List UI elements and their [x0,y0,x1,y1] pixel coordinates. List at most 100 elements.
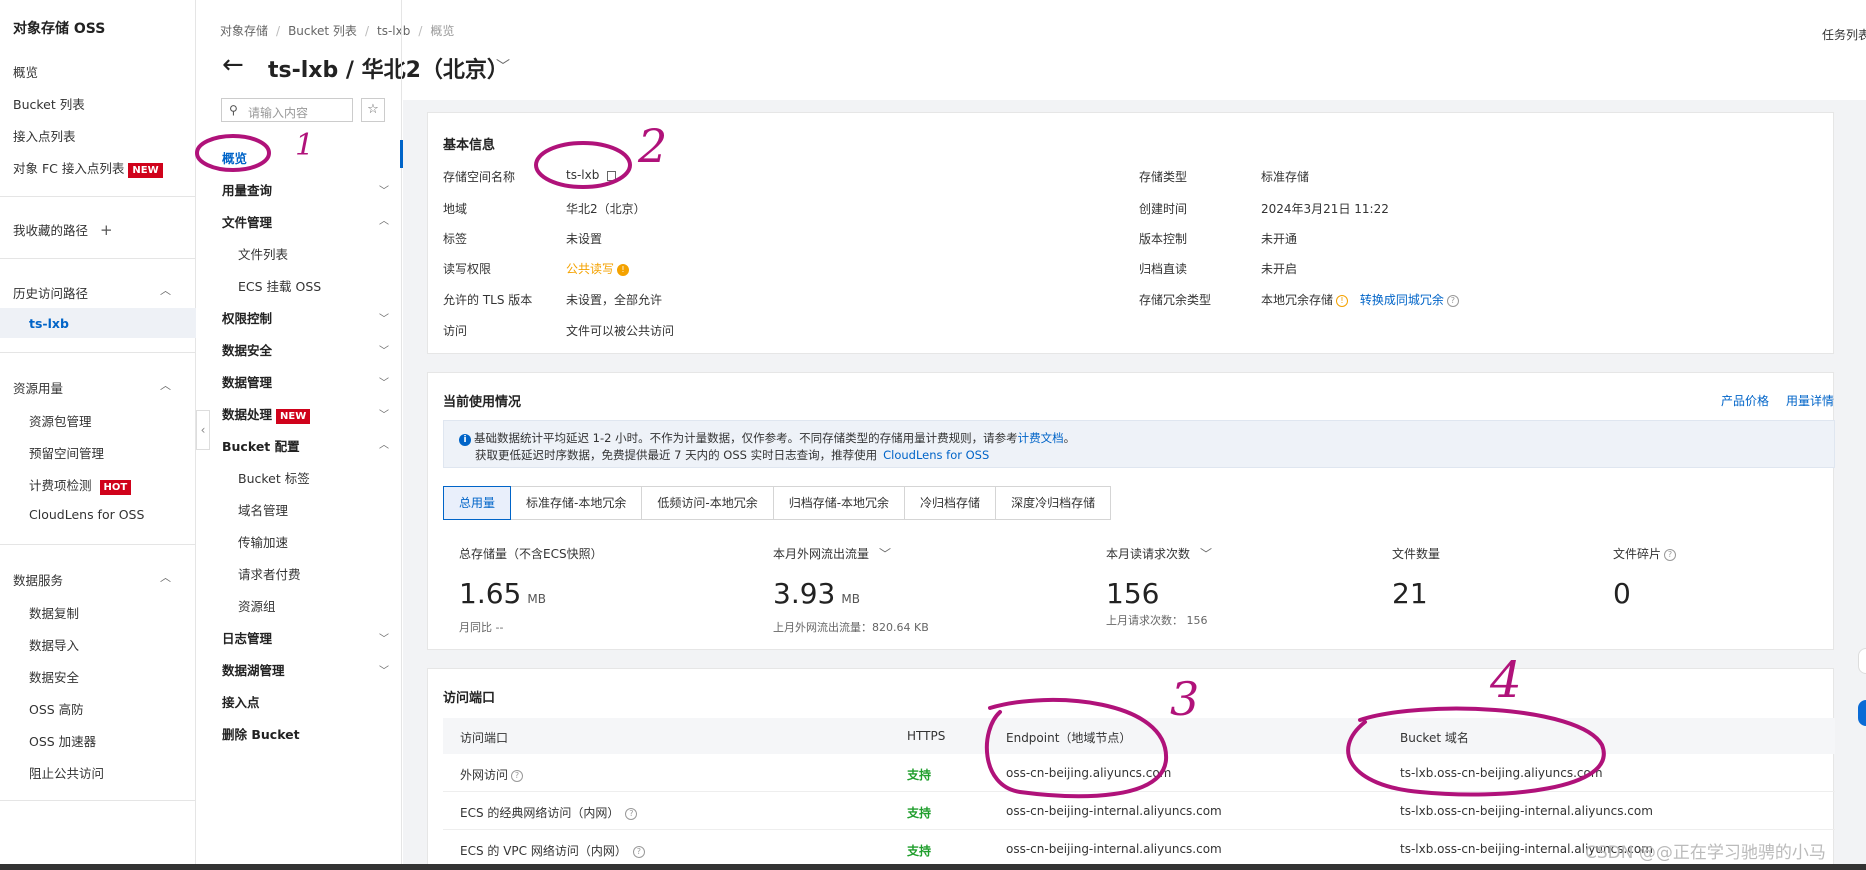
billing-doc-link[interactable]: 计费文档 [1018,431,1064,445]
sidebar-item-overview[interactable]: 概览 [13,62,38,81]
tab-ia-lrs[interactable]: 低频访问-本地冗余 [642,487,774,519]
subnav-search-input[interactable]: ⚲ 请输入内容 [221,98,353,122]
sidebar-item-reserved-space[interactable]: 预留空间管理 [29,443,104,462]
sidebar-favorites[interactable]: 我收藏的路径 + [13,220,113,239]
subnav-item-file-list[interactable]: 文件列表 [238,244,288,263]
tab-deep-cold-archive[interactable]: 深度冷归档存储 [996,487,1110,519]
stat-label-total-storage: 总存储量（不含ECS快照） [459,547,603,561]
info-label-created: 创建时间 [1139,202,1188,216]
help-icon[interactable]: ? [632,845,645,858]
chevron-up-icon[interactable]: ︿ [160,569,171,585]
sidebar-group-resources[interactable]: 资源用量 [13,378,63,397]
sidebar-item-resource-packages[interactable]: 资源包管理 [29,411,92,430]
sidebar-item-fc-access-points[interactable]: 对象 FC 接入点列表 NEW [13,158,163,178]
chevron-down-icon[interactable]: ﹀ [379,374,389,389]
subnav-item-file-mgmt[interactable]: 文件管理 [222,212,272,231]
info-label-redundancy: 存储冗余类型 [1139,293,1212,307]
chevron-up-icon[interactable]: ︿ [160,282,171,298]
subnav-item-data-security[interactable]: 数据安全 [222,340,272,359]
chevron-up-icon[interactable]: ︿ [379,212,389,227]
subnav-item-resource-group[interactable]: 资源组 [238,596,276,615]
sidebar-item-block-public-access[interactable]: 阻止公共访问 [29,763,104,782]
subnav-item-data-mgmt[interactable]: 数据管理 [222,372,272,391]
table-row: ECS 的经典网络访问（内网）? 支持 oss-cn-beijing-inter… [443,792,1835,830]
sidebar-item-cloudlens[interactable]: CloudLens for OSS [29,507,144,522]
info-value-storage-class: 标准存储 [1261,170,1310,184]
info-label-archive-read: 归档直读 [1139,262,1188,276]
info-value-versioning: 未开通 [1261,232,1298,246]
subnav-item-datalake[interactable]: 数据湖管理 [222,660,285,679]
usage-details-link[interactable]: 用量详情 [1786,392,1834,409]
chevron-down-icon[interactable]: ﹀ [379,406,389,421]
subnav-item-transfer-accel[interactable]: 传输加速 [238,532,288,551]
floating-side-button[interactable] [1858,648,1866,674]
help-icon[interactable]: ? [1664,548,1677,561]
stat-label-text: 本月读请求次数 [1106,547,1191,561]
sidebar-item-history-ts-lxb[interactable]: ts-lxb [29,316,69,331]
column-header: HTTPS [907,729,946,743]
info-icon[interactable]: ! [1336,294,1349,307]
subnav-item-log-mgmt[interactable]: 日志管理 [222,628,272,647]
chevron-down-icon[interactable]: ﹀ [379,630,389,645]
subnav-item-overview[interactable]: 概览 [222,148,247,167]
subnav-item-data-processing[interactable]: 数据处理 NEW [222,404,311,424]
tab-standard-lrs[interactable]: 标准存储-本地冗余 [511,487,643,519]
chevron-down-icon[interactable]: ﹀ [379,662,389,677]
floating-help-button[interactable] [1858,700,1866,726]
copy-icon[interactable] [607,170,617,181]
chevron-up-icon[interactable]: ︿ [160,377,171,393]
stat-value: 1.65 [459,577,522,610]
help-icon[interactable]: ? [1446,294,1459,307]
task-list-link[interactable]: 任务列表 [1822,26,1866,43]
notice-text: 获取更低延迟时序数据，免费提供最近 7 天内的 OSS 实时日志查询，推荐使用 [475,448,878,462]
chevron-down-icon[interactable]: ﹀ [379,342,389,357]
subnav-item-delete-bucket[interactable]: 删除 Bucket [222,724,300,743]
chevron-down-icon[interactable]: ﹀ [496,56,510,76]
sidebar-item-access-points[interactable]: 接入点列表 [13,126,76,145]
sidebar-item-billing-check[interactable]: 计费项检测 HOT [29,475,132,495]
sidebar-group-data-services[interactable]: 数据服务 [13,570,63,589]
warning-icon[interactable]: ! [617,263,630,276]
row-bucket-domain: ts-lxb.oss-cn-beijing-internal.aliyuncs.… [1400,804,1653,818]
favorite-star-button[interactable]: ☆ [361,98,385,122]
chevron-down-icon[interactable]: ﹀ [879,547,891,561]
subnav-item-permissions[interactable]: 权限控制 [222,308,272,327]
chevron-down-icon[interactable]: ﹀ [1200,547,1212,561]
stat-label-read-requests[interactable]: 本月读请求次数 ﹀ [1106,545,1212,562]
port-label: ECS 的经典网络访问（内网） [460,806,620,820]
chevron-down-icon[interactable]: ﹀ [379,310,389,325]
tab-archive-lrs[interactable]: 归档存储-本地冗余 [774,487,906,519]
help-icon[interactable]: ? [511,769,524,782]
help-icon[interactable]: ? [625,807,638,820]
sidebar-item-data-replication[interactable]: 数据复制 [29,603,79,622]
stat-label-outbound-traffic[interactable]: 本月外网流出流量 ﹀ [773,545,891,562]
sidebar-item-data-security[interactable]: 数据安全 [29,667,79,686]
info-value-tags: 未设置 [566,232,603,246]
info-value-created: 2024年3月21日 11:22 [1261,202,1389,216]
sidebar-item-oss-accelerator[interactable]: OSS 加速器 [29,731,96,750]
subnav-item-domains[interactable]: 域名管理 [238,500,288,519]
sidebar-group-history[interactable]: 历史访问路径 [13,283,88,302]
subnav-item-access-point[interactable]: 接入点 [222,692,260,711]
convert-redundancy-link[interactable]: 转换成同城冗余 [1360,293,1444,307]
basic-info-title: 基本信息 [443,138,496,153]
chevron-up-icon[interactable]: ︿ [379,436,389,451]
subnav-item-requester-pays[interactable]: 请求者付费 [238,564,301,583]
cloudlens-link[interactable]: CloudLens for OSS [883,448,989,462]
sidebar-item-bucket-list[interactable]: Bucket 列表 [13,94,85,113]
row-endpoint: oss-cn-beijing-internal.aliyuncs.com [1006,804,1222,818]
subnav-item-bucket-config[interactable]: Bucket 配置 [222,436,300,455]
bucket-name-text: ts-lxb [566,168,600,182]
chevron-down-icon[interactable]: ﹀ [379,182,389,197]
tab-total[interactable]: 总用量 [443,486,512,520]
sidebar-item-data-import[interactable]: 数据导入 [29,635,79,654]
subnav-item-ecs-mount[interactable]: ECS 挂载 OSS [238,276,321,295]
sidebar-item-oss-anti-ddos[interactable]: OSS 高防 [29,699,84,718]
subnav-item-bucket-tags[interactable]: Bucket 标签 [238,468,310,487]
add-icon[interactable]: + [100,221,113,239]
stat-fragments: 0 [1613,577,1631,610]
product-pricing-link[interactable]: 产品价格 [1721,392,1769,409]
subnav-item-usage[interactable]: 用量查询 [222,180,272,199]
tab-cold-archive[interactable]: 冷归档存储 [905,487,997,519]
notice-text: 基础数据统计平均延迟 1-2 小时。不作为计量数据，仅作参考。不同存储类型的存储… [474,431,1018,445]
